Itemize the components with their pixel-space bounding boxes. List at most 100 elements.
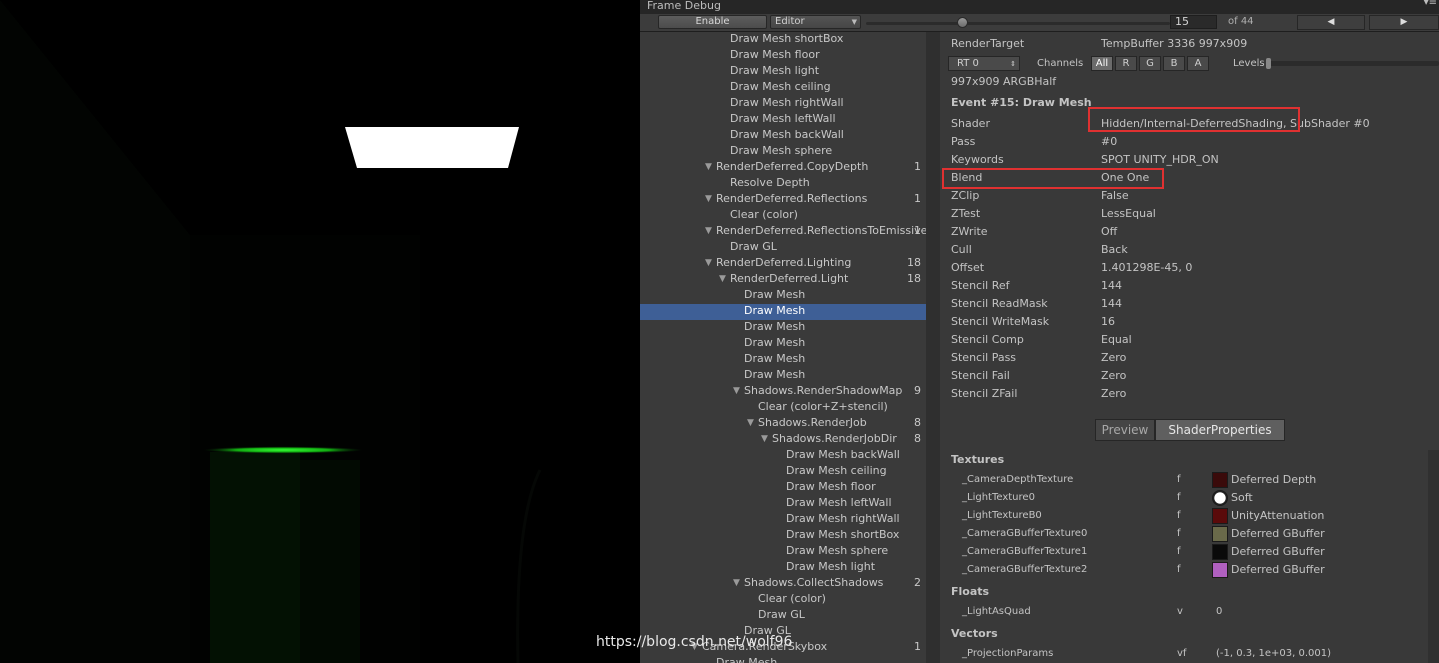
tree-row[interactable]: Clear (color)	[640, 208, 926, 224]
state-value: SPOT UNITY_HDR_ON	[1101, 153, 1219, 166]
tree-row[interactable]: ▼ RenderDeferred.CopyDepth 1	[640, 160, 926, 176]
format-label: 997x909 ARGBHalf	[951, 75, 1057, 88]
tree-row[interactable]: Clear (color)	[640, 592, 926, 608]
state-key: Cull	[951, 243, 972, 256]
expand-caret-icon[interactable]: ▼	[747, 416, 754, 430]
tree-row[interactable]: Draw Mesh	[640, 368, 926, 384]
next-event-button[interactable]: ▶	[1369, 15, 1439, 30]
expand-caret-icon[interactable]: ▼	[719, 272, 726, 286]
tree-row[interactable]: Draw Mesh shortBox	[640, 528, 926, 544]
tree-row[interactable]: Draw Mesh	[640, 352, 926, 368]
tree-row-count: 1	[914, 640, 921, 653]
tree-row[interactable]: Draw Mesh	[640, 336, 926, 352]
tree-row-count: 2	[914, 576, 921, 589]
expand-caret-icon[interactable]: ▼	[705, 256, 712, 270]
expand-caret-icon[interactable]: ▼	[705, 224, 712, 238]
texture-thumbnail[interactable]	[1212, 562, 1228, 578]
blend-highlight-box	[942, 168, 1164, 189]
tree-row-label: Draw GL	[758, 608, 805, 621]
tree-row[interactable]: Draw Mesh floor	[640, 480, 926, 496]
expand-caret-icon[interactable]: ▼	[761, 432, 768, 446]
event-slider-thumb[interactable]	[957, 17, 968, 28]
short-box	[210, 452, 300, 663]
expand-caret-icon[interactable]: ▼	[705, 192, 712, 206]
tree-row[interactable]: Draw Mesh rightWall	[640, 512, 926, 528]
property-flag: f	[1177, 492, 1181, 503]
properties-scrollbar[interactable]	[1428, 450, 1439, 663]
channel-a-button[interactable]: A	[1187, 56, 1209, 71]
tree-row[interactable]: ▼ Shadows.RenderJob 8	[640, 416, 926, 432]
texture-thumbnail[interactable]	[1212, 526, 1228, 542]
tree-row[interactable]: ▼ RenderDeferred.Light 18	[640, 272, 926, 288]
tree-row[interactable]: ▼ RenderDeferred.ReflectionsToEmissive 1	[640, 224, 926, 240]
texture-thumbnail[interactable]	[1212, 544, 1228, 560]
tree-row[interactable]: Draw Mesh ceiling	[640, 80, 926, 96]
property-value: Deferred GBuffer	[1231, 545, 1325, 558]
tree-row[interactable]: Draw Mesh backWall	[640, 448, 926, 464]
tree-row[interactable]: ▼ Shadows.CollectShadows 2	[640, 576, 926, 592]
channel-g-button[interactable]: G	[1139, 56, 1161, 71]
tree-row[interactable]: Draw Mesh backWall	[640, 128, 926, 144]
levels-min-handle[interactable]	[1266, 58, 1271, 69]
property-name: _LightAsQuad	[962, 606, 1031, 617]
property-name: _CameraGBufferTexture2	[962, 564, 1088, 575]
tree-row[interactable]: Clear (color+Z+stencil)	[640, 400, 926, 416]
panel-splitter[interactable]	[926, 32, 940, 663]
tree-row-label: Draw GL	[730, 240, 777, 253]
tree-row-count: 9	[914, 384, 921, 397]
state-value: 144	[1101, 297, 1122, 310]
levels-slider[interactable]	[1266, 61, 1439, 66]
event-index-field[interactable]: 15	[1170, 15, 1217, 29]
tree-row[interactable]: Resolve Depth	[640, 176, 926, 192]
texture-thumbnail[interactable]	[1212, 472, 1228, 488]
tree-row[interactable]: Draw Mesh	[640, 656, 926, 663]
property-flag: f	[1177, 528, 1181, 539]
tree-row[interactable]: Draw Mesh sphere	[640, 544, 926, 560]
channel-r-button[interactable]: R	[1115, 56, 1137, 71]
tree-row[interactable]: Draw GL	[640, 608, 926, 624]
tree-row[interactable]: Draw Mesh leftWall	[640, 496, 926, 512]
tree-row[interactable]: Draw Mesh	[640, 320, 926, 336]
tree-row[interactable]: Draw GL	[640, 240, 926, 256]
tree-row[interactable]: Draw Mesh light	[640, 560, 926, 576]
state-key: Stencil Fail	[951, 369, 1010, 382]
enable-button[interactable]: Enable	[658, 15, 767, 29]
tree-row[interactable]: ▼ RenderDeferred.Lighting 18	[640, 256, 926, 272]
tree-row-label: Draw Mesh backWall	[730, 128, 844, 141]
tree-row[interactable]: Draw Mesh	[640, 304, 926, 320]
tree-row-label: Draw Mesh	[744, 368, 806, 381]
expand-caret-icon[interactable]: ▼	[733, 576, 740, 590]
tree-row[interactable]: Draw Mesh shortBox	[640, 32, 926, 48]
tab-preview[interactable]: Preview	[1095, 419, 1155, 441]
tab-shader-properties[interactable]: ShaderProperties	[1155, 419, 1285, 441]
expand-caret-icon[interactable]: ▼	[705, 160, 712, 174]
expand-caret-icon[interactable]: ▼	[733, 384, 740, 398]
tree-row[interactable]: Draw Mesh leftWall	[640, 112, 926, 128]
channel-b-button[interactable]: B	[1163, 56, 1185, 71]
tree-row[interactable]: ▼ Shadows.RenderShadowMap 9	[640, 384, 926, 400]
target-dropdown[interactable]: Editor ▼	[770, 15, 861, 29]
event-slider-track[interactable]	[866, 22, 1170, 25]
texture-thumbnail[interactable]	[1212, 490, 1228, 506]
property-value: Deferred GBuffer	[1231, 527, 1325, 540]
tree-row[interactable]: Draw Mesh ceiling	[640, 464, 926, 480]
channel-all-button[interactable]: All	[1091, 56, 1113, 71]
menu-icon[interactable]: ▾≡	[1424, 0, 1437, 8]
tree-row[interactable]: ▼ Shadows.RenderJobDir 8	[640, 432, 926, 448]
tree-row[interactable]: Draw Mesh sphere	[640, 144, 926, 160]
render-target-label: RenderTarget	[951, 37, 1025, 50]
state-value: 1.401298E-45, 0	[1101, 261, 1193, 274]
tree-row-label: Shadows.RenderShadowMap	[744, 384, 903, 397]
tree-row[interactable]: Draw Mesh light	[640, 64, 926, 80]
texture-thumbnail[interactable]	[1212, 508, 1228, 524]
tree-row[interactable]: Draw Mesh rightWall	[640, 96, 926, 112]
tree-row-label: Draw Mesh light	[786, 560, 876, 573]
previous-event-button[interactable]: ◀	[1297, 15, 1365, 30]
tree-row[interactable]: Draw Mesh	[640, 288, 926, 304]
tree-row[interactable]: Draw Mesh floor	[640, 48, 926, 64]
rt-dropdown[interactable]: RT 0 ⇕	[948, 56, 1020, 71]
property-name: _CameraDepthTexture	[962, 474, 1074, 485]
scene-viewport	[0, 0, 640, 663]
ceiling-light	[345, 127, 519, 168]
tree-row[interactable]: ▼ RenderDeferred.Reflections 1	[640, 192, 926, 208]
